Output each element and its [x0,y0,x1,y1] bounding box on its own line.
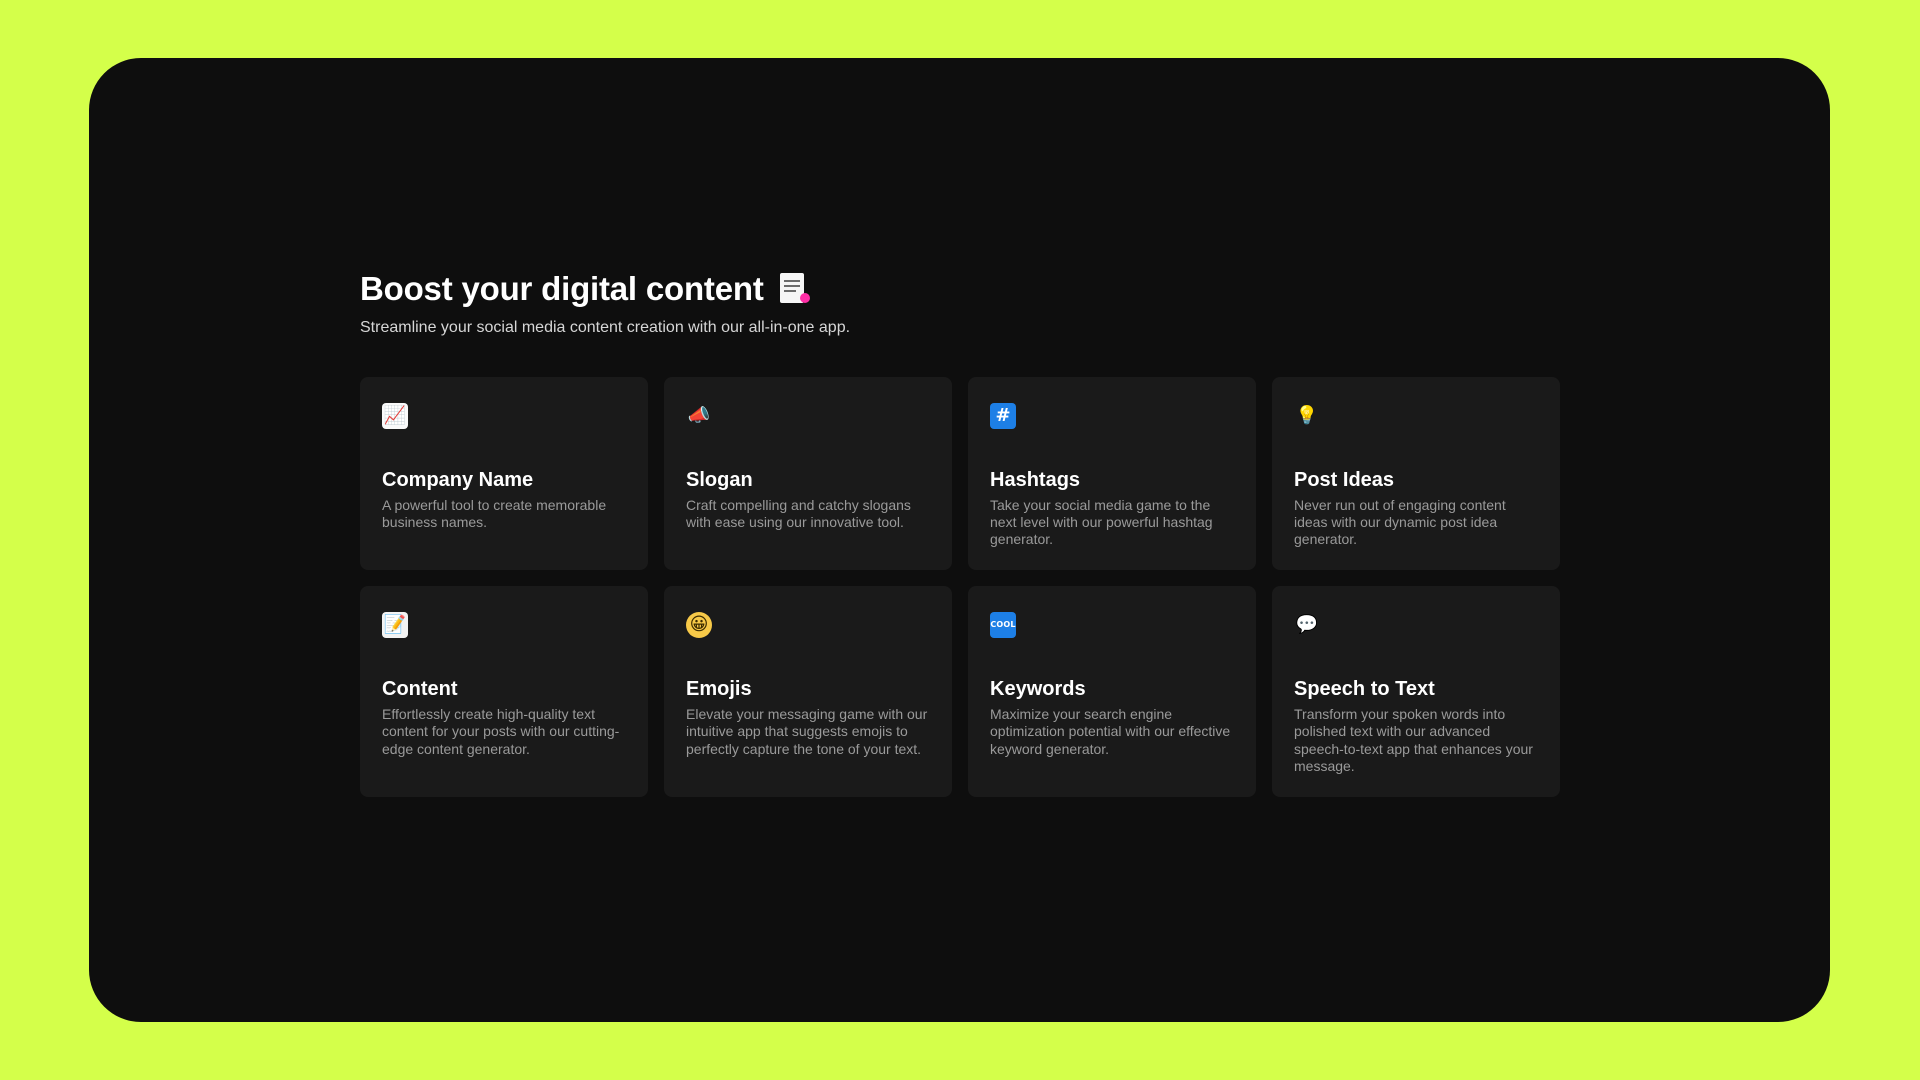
page-title-text: Boost your digital content [360,270,764,307]
tool-card-slogan[interactable]: 📣 Slogan Craft compelling and catchy slo… [664,377,952,571]
tool-card-post-ideas[interactable]: 💡 Post Ideas Never run out of engaging c… [1272,377,1560,571]
tool-card-title: Emojis [686,678,752,701]
tool-card-title: Company Name [382,469,534,492]
memo-icon: 📝 [382,612,408,639]
light-bulb-icon: 💡 [1295,405,1319,427]
tool-card-description: Effortlessly create high-quality text co… [382,706,620,757]
document-icon [779,272,810,305]
hashtag-icon: # [990,403,1016,430]
tool-card-emojis[interactable]: 😀 Emojis Elevate your messaging game wit… [664,586,952,797]
tool-card-description: Craft compelling and catchy slogans with… [686,497,911,531]
tool-card-title: Slogan [686,469,753,492]
tool-card-description: Transform your spoken words into polishe… [1294,706,1533,774]
tool-card-title: Content [382,678,458,701]
tool-card-description: Maximize your search engine optimization… [990,706,1231,757]
tool-card-description: Elevate your messaging game with our int… [686,706,928,757]
page-subtitle: Streamline your social media content cre… [360,318,851,336]
app-frame: Boost your digital content Streamline yo… [89,58,1830,1022]
cool-button-icon: COOL [990,612,1016,639]
page-title: Boost your digital content [360,270,1560,308]
tool-card-description: Never run out of engaging content ideas … [1294,497,1506,548]
speech-balloon-icon: 💬 [1295,614,1319,636]
grinning-face-icon: 😀 [686,612,712,639]
tool-card-description: A powerful tool to create memorable busi… [382,497,607,531]
tool-card-content[interactable]: 📝 Content Effortlessly create high-quali… [360,586,648,797]
tools-grid: 📈 Company Name A powerful tool to create… [360,377,1560,797]
tool-card-title: Speech to Text [1294,678,1435,701]
tool-card-title: Keywords [990,678,1086,701]
tool-card-title: Hashtags [990,469,1081,492]
tool-card-title: Post Ideas [1294,469,1395,492]
tool-card-keywords[interactable]: COOL Keywords Maximize your search engin… [968,586,1256,797]
chart-increasing-icon: 📈 [382,403,408,430]
tool-card-company-name[interactable]: 📈 Company Name A powerful tool to create… [360,377,648,571]
tool-card-description: Take your social media game to the next … [990,497,1213,548]
tool-card-hashtags[interactable]: # Hashtags Take your social media game t… [968,377,1256,571]
megaphone-icon: 📣 [687,405,711,427]
tool-card-speech-to-text[interactable]: 💬 Speech to Text Transform your spoken w… [1272,586,1560,797]
main-content: Boost your digital content Streamline yo… [360,270,1560,797]
